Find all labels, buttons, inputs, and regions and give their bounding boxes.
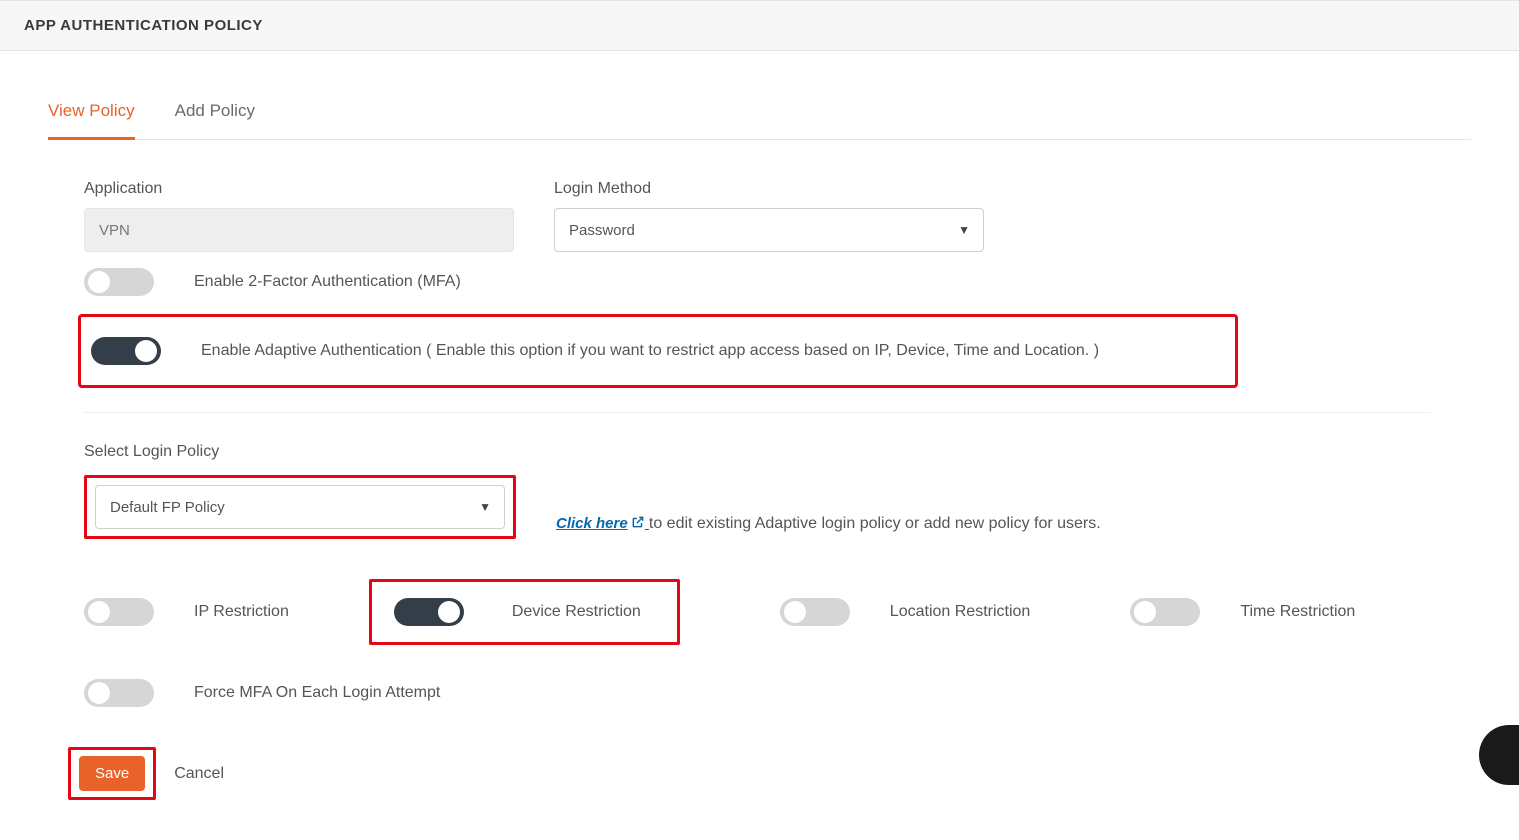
toggle-knob xyxy=(88,271,110,293)
toggle-knob xyxy=(88,682,110,704)
device-restriction-toggle[interactable] xyxy=(394,598,464,626)
actions-row: Save Cancel xyxy=(68,747,1471,800)
time-restriction-item: Time Restriction xyxy=(1130,598,1355,626)
login-policy-wrap: Default FP Policy ▼ xyxy=(95,485,505,529)
login-method-col: Login Method Password ▼ xyxy=(554,180,984,252)
header-bar: APP AUTHENTICATION POLICY xyxy=(0,0,1519,51)
policy-info-text: to edit existing Adaptive login policy o… xyxy=(649,515,1101,532)
mfa-toggle-label: Enable 2-Factor Authentication (MFA) xyxy=(194,273,461,291)
save-highlight: Save xyxy=(68,747,156,800)
toggle-knob xyxy=(88,601,110,623)
tab-add-policy[interactable]: Add Policy xyxy=(175,91,255,140)
save-button[interactable]: Save xyxy=(79,756,145,791)
application-input: VPN xyxy=(84,208,514,252)
external-link-icon xyxy=(631,515,645,529)
toggle-knob xyxy=(135,340,157,362)
force-mfa-label: Force MFA On Each Login Attempt xyxy=(194,684,440,702)
restrictions-row: IP Restriction Device Restriction Locati… xyxy=(84,579,1471,645)
toggle-knob xyxy=(784,601,806,623)
tab-view-policy[interactable]: View Policy xyxy=(48,91,135,140)
toggle-knob xyxy=(438,601,460,623)
row-top: Application VPN Login Method Password ▼ xyxy=(84,180,1471,252)
mfa-toggle[interactable] xyxy=(84,268,154,296)
application-label: Application xyxy=(84,180,514,198)
login-policy-select[interactable]: Default FP Policy xyxy=(95,485,505,529)
time-restriction-label: Time Restriction xyxy=(1240,603,1355,621)
policy-row: Default FP Policy ▼ Click here to edit e… xyxy=(84,475,1471,539)
click-here-link[interactable]: Click here xyxy=(556,515,649,532)
device-restriction-highlight: Device Restriction xyxy=(369,579,680,645)
force-mfa-toggle[interactable] xyxy=(84,679,154,707)
login-method-wrap: Password ▼ xyxy=(554,208,984,252)
time-restriction-toggle[interactable] xyxy=(1130,598,1200,626)
force-mfa-row: Force MFA On Each Login Attempt xyxy=(84,679,1471,707)
select-login-policy-label: Select Login Policy xyxy=(84,443,219,460)
login-method-label: Login Method xyxy=(554,180,984,198)
device-restriction-label: Device Restriction xyxy=(512,603,641,621)
location-restriction-toggle[interactable] xyxy=(780,598,850,626)
cancel-button[interactable]: Cancel xyxy=(174,765,224,783)
ip-restriction-label: IP Restriction xyxy=(194,603,289,621)
application-col: Application VPN xyxy=(84,180,514,252)
form-area: Application VPN Login Method Password ▼ … xyxy=(48,140,1471,800)
adaptive-toggle-label: Enable Adaptive Authentication ( Enable … xyxy=(201,342,1099,360)
divider xyxy=(84,412,1431,413)
location-restriction-item: Location Restriction xyxy=(780,598,1031,626)
policy-info-wrap: Click here to edit existing Adaptive log… xyxy=(556,515,1101,539)
adaptive-highlight-box: Enable Adaptive Authentication ( Enable … xyxy=(78,314,1238,388)
policy-highlight: Default FP Policy ▼ xyxy=(84,475,516,539)
toggle-knob xyxy=(1134,601,1156,623)
tabs: View Policy Add Policy xyxy=(48,91,1471,140)
ip-restriction-toggle[interactable] xyxy=(84,598,154,626)
location-restriction-label: Location Restriction xyxy=(890,603,1031,621)
page-title: APP AUTHENTICATION POLICY xyxy=(24,17,1495,34)
section-policy: Select Login Policy Default FP Policy ▼ … xyxy=(84,443,1471,539)
ip-restriction-item: IP Restriction xyxy=(84,598,289,626)
login-method-select[interactable]: Password xyxy=(554,208,984,252)
mfa-toggle-row: Enable 2-Factor Authentication (MFA) xyxy=(84,268,1471,296)
content: View Policy Add Policy Application VPN L… xyxy=(0,91,1519,840)
adaptive-toggle[interactable] xyxy=(91,337,161,365)
